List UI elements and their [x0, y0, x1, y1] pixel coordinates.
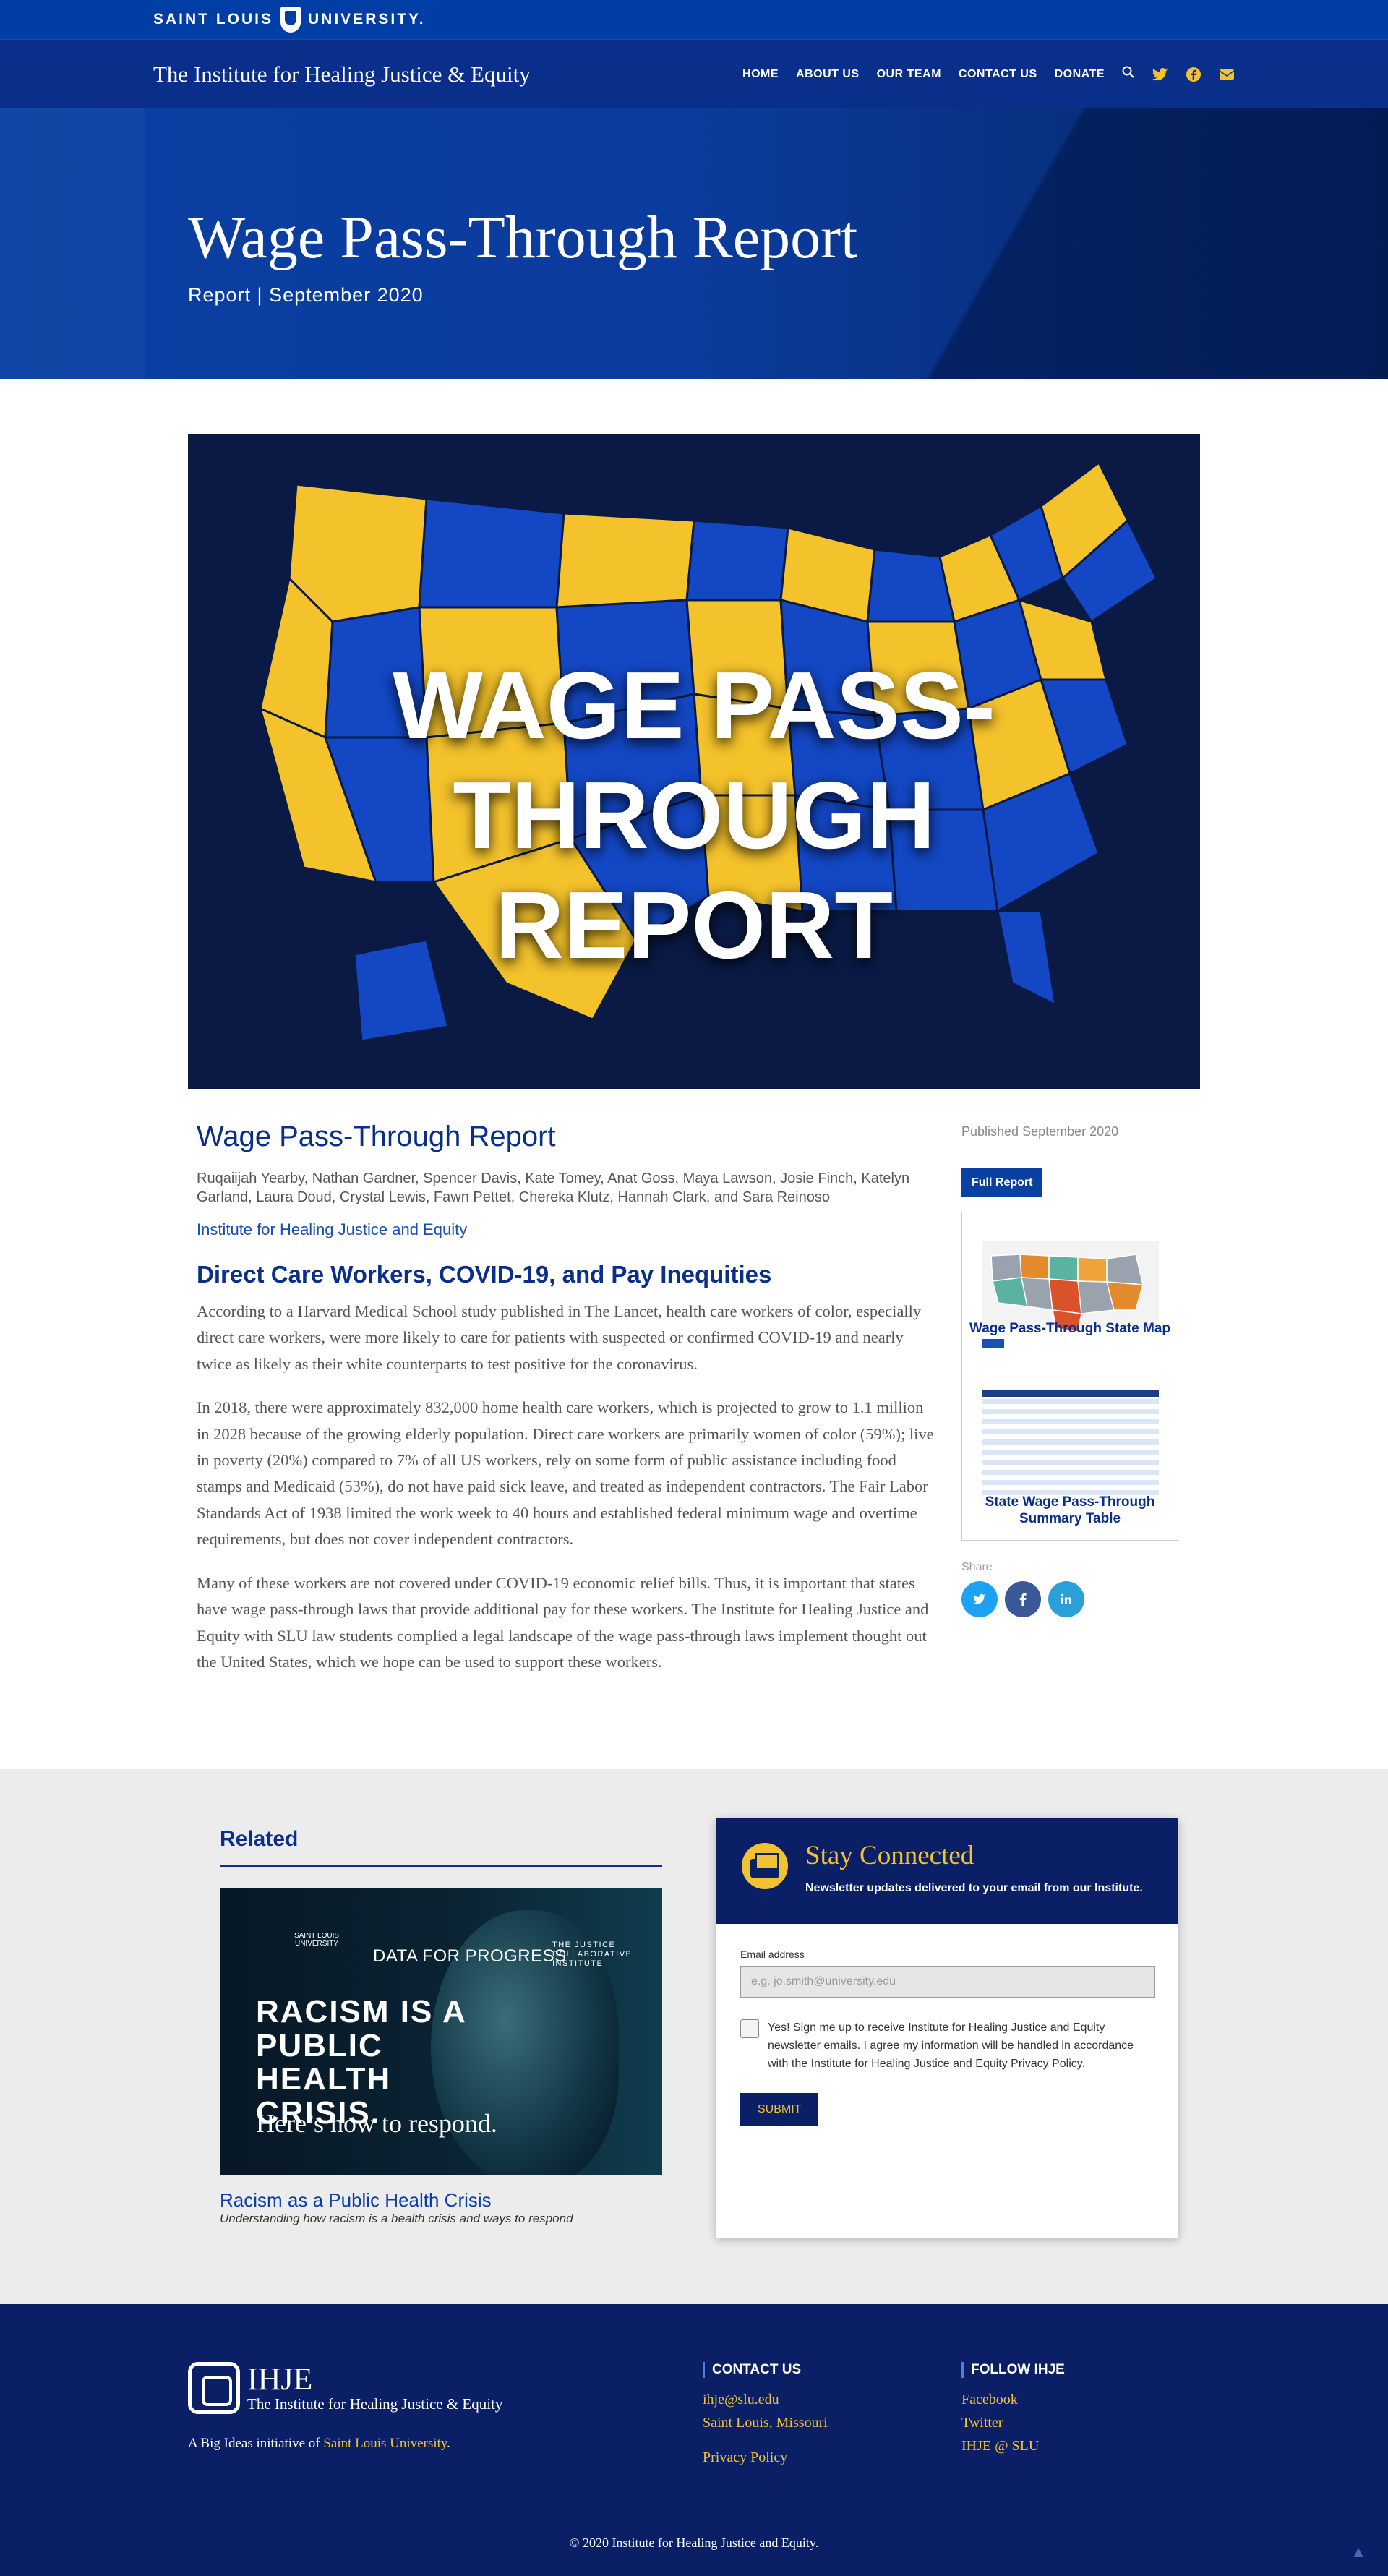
footer-facebook-link[interactable]: Facebook	[961, 2388, 1065, 2411]
page-title: Wage Pass-Through Report	[188, 204, 858, 271]
email-icon[interactable]	[1219, 67, 1235, 82]
related-column: Related SAINT LOUIS UNIVERSITY DATA FOR …	[220, 1827, 662, 2226]
footer-location-link[interactable]: Saint Louis, Missouri	[703, 2411, 828, 2434]
site-header: The Institute for Healing Justice & Equi…	[0, 39, 1388, 108]
footer-logo[interactable]: IHJE The Institute for Healing Justice &…	[188, 2362, 502, 2414]
share-facebook-icon[interactable]	[1005, 1581, 1041, 1617]
thumbnail-preview	[982, 1241, 1159, 1495]
report-thumbnail[interactable]: Wage Pass-Through State Map State Wage P…	[961, 1212, 1178, 1541]
email-label: Email address	[740, 1948, 805, 1960]
bigideas-prefix: A Big Ideas initiative of	[188, 2436, 324, 2451]
newsletter-header: Stay Connected Newsletter updates delive…	[716, 1818, 1178, 1924]
related-image-tagline: Here’s how to respond.	[256, 2109, 497, 2138]
share-twitter-icon[interactable]	[961, 1581, 998, 1617]
site-title[interactable]: The Institute for Healing Justice & Equi…	[153, 61, 531, 87]
slu-shield-icon	[280, 7, 301, 33]
newsletter-mail-icon	[742, 1843, 788, 1889]
hero-banner: Wage Pass-Through Report Report | Septem…	[0, 108, 1388, 379]
site-footer: IHJE The Institute for Healing Justice &…	[0, 2304, 1388, 2576]
nav-our-team[interactable]: OUR TEAM	[877, 68, 941, 81]
related-title-link[interactable]: Racism as a Public Health Crisis	[220, 2189, 662, 2212]
facebook-icon[interactable]	[1186, 67, 1201, 82]
sidebar: Published September 2020 Full Report Wag…	[961, 1124, 1178, 1617]
institute-link[interactable]: Institute for Healing Justice and Equity	[197, 1220, 934, 1239]
slu-bar: SAINT LOUIS UNIVERSITY.	[0, 0, 1388, 39]
section-heading: Direct Care Workers, COVID-19, and Pay I…	[197, 1260, 772, 1288]
newsletter-description: Newsletter updates delivered to your ema…	[805, 1882, 1143, 1894]
newsletter-form: Email address e.g. jo.smith@university.e…	[716, 1924, 1178, 2151]
related-section: Related SAINT LOUIS UNIVERSITY DATA FOR …	[0, 1769, 1388, 2304]
related-image-brand-tjc: THE JUSTICE COLLABORATIVE INSTITUTE	[552, 1940, 633, 1969]
article-authors: Ruqaiijah Yearby, Nathan Gardner, Spence…	[197, 1171, 910, 1206]
slu-link[interactable]: Saint Louis University	[323, 2436, 447, 2451]
email-input[interactable]: e.g. jo.smith@university.edu	[740, 1966, 1155, 1998]
article-title: Wage Pass-Through Report	[197, 1121, 556, 1152]
nav-contact-us[interactable]: CONTACT US	[959, 68, 1037, 81]
slu-name-part1: SAINT LOUIS	[153, 11, 274, 27]
twitter-icon[interactable]	[1152, 67, 1168, 82]
related-image-brand-dfp: DATA FOR PROGRESS	[373, 1946, 567, 1966]
footer-logo-short: IHJE	[247, 2361, 313, 2397]
feature-image: WAGE PASS-THROUGH REPORT	[188, 434, 1200, 1089]
footer-twitter-link[interactable]: Twitter	[961, 2411, 1065, 2434]
related-image-brand-slu: SAINT LOUIS UNIVERSITY	[294, 1932, 340, 1948]
ihje-logo-icon	[188, 2362, 240, 2414]
footer-ihje-slu-link[interactable]: IHJE @ SLU	[961, 2434, 1065, 2457]
footer-follow-heading: FOLLOW IHJE	[961, 2362, 1065, 2378]
privacy-policy-link[interactable]: Privacy Policy	[703, 2446, 828, 2469]
back-to-top-icon[interactable]: ▲	[1350, 2543, 1366, 2562]
footer-follow: FOLLOW IHJE Facebook Twitter IHJE @ SLU	[961, 2362, 1065, 2457]
footer-bigideas: A Big Ideas initiative of Saint Louis Un…	[188, 2436, 450, 2452]
nav-home[interactable]: HOME	[742, 68, 779, 81]
article-body: Wage Pass-Through Report Ruqaiijah Yearb…	[197, 1121, 934, 1693]
consent-checkbox[interactable]	[740, 2019, 759, 2038]
article-paragraph: According to a Harvard Medical School st…	[197, 1301, 922, 1373]
feature-line-2: REPORT	[494, 871, 894, 978]
footer-contact-heading: CONTACT US	[703, 2362, 828, 2378]
submit-button[interactable]: SUBMIT	[740, 2093, 819, 2127]
search-icon[interactable]	[1122, 66, 1135, 82]
article-paragraph: In 2018, there were approximately 832,00…	[197, 1398, 934, 1549]
share-label: Share	[961, 1561, 993, 1573]
consent-text: Yes! Sign me up to receive Institute for…	[768, 2021, 1134, 2070]
footer-contact: CONTACT US ihje@slu.edu Saint Louis, Mis…	[703, 2362, 828, 2469]
full-report-button[interactable]: Full Report	[961, 1168, 1043, 1197]
thumbnail-label-map: Wage Pass-Through State Map	[969, 1321, 1170, 1336]
newsletter-heading: Stay Connected	[805, 1841, 974, 1870]
main-nav: HOME ABOUT US OUR TEAM CONTACT US DONATE	[742, 66, 1235, 82]
consent-row: Yes! Sign me up to receive Institute for…	[740, 2019, 1154, 2073]
footer-email-link[interactable]: ihje@slu.edu	[703, 2388, 828, 2411]
footer-logo-full: The Institute for Healing Justice & Equi…	[247, 2395, 503, 2413]
slu-logo[interactable]: SAINT LOUIS UNIVERSITY.	[153, 7, 426, 33]
thumbnail-label-table: State Wage Pass-Through Summary Table	[985, 1494, 1155, 1526]
slu-name-part2: UNIVERSITY.	[308, 11, 426, 27]
related-heading: Related	[220, 1827, 662, 1867]
share-linkedin-icon[interactable]	[1048, 1581, 1084, 1617]
article-paragraph: Many of these workers are not covered un…	[197, 1573, 929, 1672]
nav-about-us[interactable]: ABOUT US	[796, 68, 860, 81]
feature-line-1: WAGE PASS-THROUGH	[393, 652, 995, 868]
bigideas-suffix: .	[447, 2436, 450, 2451]
feature-headline: WAGE PASS-THROUGH REPORT	[188, 651, 1200, 980]
nav-donate[interactable]: DONATE	[1055, 68, 1105, 81]
newsletter-signup: Stay Connected Newsletter updates delive…	[716, 1818, 1178, 2238]
share-buttons	[961, 1581, 1178, 1617]
footer-copyright: © 2020 Institute for Healing Justice and…	[569, 2536, 819, 2550]
page-subtitle: Report | September 2020	[188, 284, 424, 306]
related-image[interactable]: SAINT LOUIS UNIVERSITY DATA FOR PROGRESS…	[220, 1888, 662, 2175]
related-description: Understanding how racism is a health cri…	[220, 2212, 573, 2225]
published-date: Published September 2020	[961, 1124, 1119, 1139]
